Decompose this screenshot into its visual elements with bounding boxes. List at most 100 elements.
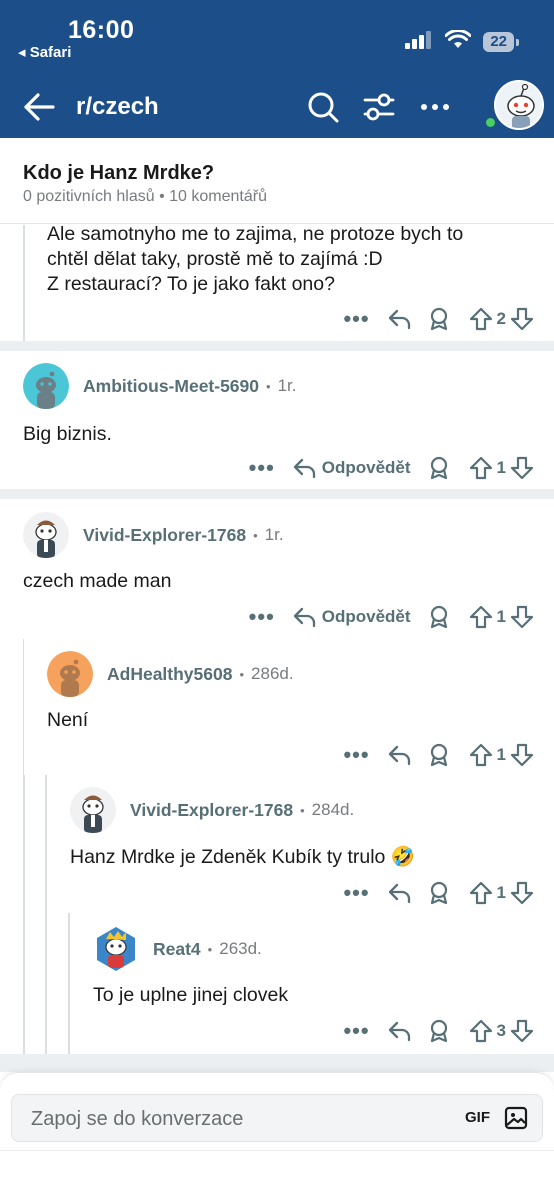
- vote-count: 1: [496, 458, 506, 477]
- cellular-signal-icon: [405, 30, 433, 54]
- comment-author-row: Vivid-Explorer-1768 • 1r.: [23, 512, 284, 558]
- more-options-icon[interactable]: •••: [343, 308, 371, 330]
- comment-author-row: Reat4 • 263d.: [93, 926, 262, 972]
- downvote-icon[interactable]: [510, 1019, 534, 1043]
- post-title: Kdo je Hanz Mrdke?: [23, 162, 215, 184]
- comment-author-row: Vivid-Explorer-1768 • 284d.: [70, 787, 354, 833]
- comment-author[interactable]: Reat4: [153, 939, 201, 960]
- comment-age: 1r.: [264, 525, 284, 544]
- comment-text: Není: [47, 709, 89, 731]
- upvote-icon[interactable]: [469, 881, 493, 905]
- post-header[interactable]: Kdo je Hanz Mrdke? 0 pozitivních hlasů •…: [0, 138, 554, 224]
- more-options-icon[interactable]: •••: [343, 882, 371, 904]
- award-icon[interactable]: [427, 743, 451, 767]
- vote-count: 1: [496, 883, 506, 902]
- award-icon[interactable]: [427, 307, 451, 331]
- vote-count: 1: [496, 745, 506, 764]
- vote-count: 1: [496, 607, 506, 626]
- back-to-safari-link[interactable]: ◂ Safari: [18, 43, 71, 61]
- upvote-icon[interactable]: [469, 456, 493, 480]
- reply-button[interactable]: [387, 744, 411, 766]
- avatar[interactable]: [93, 926, 139, 972]
- bottom-divider: [0, 1150, 554, 1151]
- avatar[interactable]: [70, 787, 116, 833]
- downvote-icon[interactable]: [510, 605, 534, 629]
- comment-input[interactable]: Zapoj se do konverzace GIF: [11, 1094, 543, 1142]
- more-options-icon[interactable]: •••: [343, 1020, 371, 1042]
- comment-author-row: Ambitious-Meet-5690 • 1r.: [23, 363, 296, 409]
- comment-line: Ale samotnyho me to zajima, ne protoze b…: [47, 223, 464, 245]
- more-options-icon[interactable]: •••: [343, 744, 371, 766]
- post-meta: 0 pozitivních hlasů • 10 komentářů: [23, 188, 267, 205]
- downvote-icon[interactable]: [510, 881, 534, 905]
- comment-text: Hanz Mrdke je Zdeněk Kubík ty trulo 🤣: [70, 846, 416, 868]
- comment-item: Vivid-Explorer-1768 • 1r. czech made man…: [0, 499, 554, 639]
- comment-actions: ••• 1: [343, 740, 534, 770]
- comment-line: Z restaurací? To je jako fakt ono?: [47, 273, 335, 295]
- wifi-icon: [444, 29, 472, 54]
- avatar[interactable]: [47, 651, 93, 697]
- avatar[interactable]: [23, 512, 69, 558]
- reply-icon: [388, 1021, 410, 1042]
- separator-dot: •: [239, 666, 245, 682]
- reply-icon: [293, 458, 315, 479]
- comment-author[interactable]: AdHealthy5608: [107, 664, 232, 685]
- reply-icon: [388, 745, 410, 766]
- separator-dot: •: [266, 378, 271, 394]
- reply-button[interactable]: [387, 882, 411, 904]
- avatar[interactable]: [23, 363, 69, 409]
- award-icon[interactable]: [427, 456, 451, 480]
- downvote-icon[interactable]: [510, 456, 534, 480]
- subreddit-title[interactable]: r/czech: [76, 93, 159, 121]
- comment-author[interactable]: Vivid-Explorer-1768: [130, 800, 293, 821]
- reply-button[interactable]: Odpovědět: [292, 606, 411, 628]
- comment-item: Ambitious-Meet-5690 • 1r. Big biznis. ••…: [0, 351, 554, 489]
- comment-separator: [0, 1054, 554, 1072]
- reply-label: Odpovědět: [321, 607, 411, 626]
- reply-button[interactable]: [387, 308, 411, 330]
- search-icon[interactable]: [304, 88, 342, 126]
- upvote-icon[interactable]: [469, 1019, 493, 1043]
- separator-dot: •: [253, 527, 258, 543]
- image-icon[interactable]: [504, 1106, 528, 1135]
- vote-count: 3: [496, 1021, 506, 1040]
- comment-item: AdHealthy5608 • 286d. Není ••• 1: [24, 639, 554, 775]
- back-arrow-icon[interactable]: [22, 90, 58, 124]
- comment-item: Reat4 • 263d. To je uplne jinej clovek •…: [70, 913, 554, 1054]
- comment-author[interactable]: Vivid-Explorer-1768: [83, 525, 246, 546]
- comment-actions: ••• Odpovědět 1: [248, 453, 534, 483]
- reply-button[interactable]: [387, 1020, 411, 1042]
- award-icon[interactable]: [427, 605, 451, 629]
- subreddit-navbar: r/czech: [0, 78, 554, 136]
- separator-dot: •: [300, 802, 305, 818]
- more-options-icon[interactable]: •••: [248, 606, 276, 628]
- reply-icon: [388, 309, 410, 330]
- upvote-icon[interactable]: [469, 605, 493, 629]
- battery-indicator: 22: [483, 32, 519, 52]
- comment-actions: ••• Odpovědět 1: [248, 602, 534, 632]
- comment-text: Big biznis.: [23, 423, 112, 445]
- user-avatar[interactable]: [494, 80, 544, 130]
- more-options-icon[interactable]: •••: [248, 457, 276, 479]
- award-icon[interactable]: [427, 1019, 451, 1043]
- reply-label: Odpovědět: [321, 458, 411, 477]
- comment-age: 263d.: [219, 939, 262, 958]
- comment-actions: ••• 2: [343, 304, 534, 334]
- downvote-icon[interactable]: [510, 743, 534, 767]
- comment-item: Ale samotnyho me to zajima, ne protoze b…: [0, 222, 554, 341]
- gif-button[interactable]: GIF: [465, 1109, 490, 1126]
- comment-separator: [0, 341, 554, 351]
- comment-separator: [0, 489, 554, 499]
- more-options-icon[interactable]: [416, 88, 454, 126]
- downvote-icon[interactable]: [510, 307, 534, 331]
- comment-author[interactable]: Ambitious-Meet-5690: [83, 376, 259, 397]
- award-icon[interactable]: [427, 881, 451, 905]
- comment-age: 1r.: [277, 376, 297, 395]
- vote-count: 2: [496, 309, 506, 328]
- comment-text: Ale samotnyho me to zajima, ne protoze b…: [47, 222, 463, 297]
- upvote-icon[interactable]: [469, 307, 493, 331]
- upvote-icon[interactable]: [469, 743, 493, 767]
- filter-icon[interactable]: [360, 88, 398, 126]
- reply-button[interactable]: Odpovědět: [292, 457, 411, 479]
- comment-actions: ••• 3: [343, 1016, 534, 1046]
